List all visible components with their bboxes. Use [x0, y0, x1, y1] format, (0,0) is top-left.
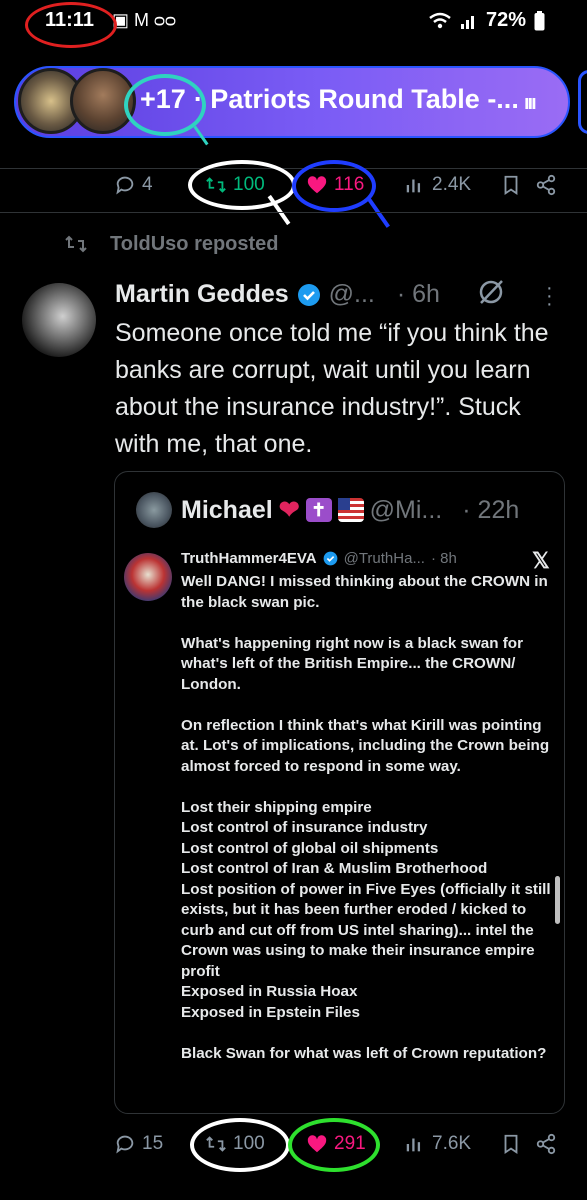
quote-author-handle[interactable]: @Mi...	[370, 496, 443, 525]
views-count: 2.4K	[432, 174, 472, 195]
x-logo-icon: 𝕏	[532, 548, 550, 573]
author-name[interactable]: Martin Geddes	[115, 280, 289, 309]
verified-icon	[297, 283, 320, 306]
reply-count: 4	[142, 174, 153, 195]
audio-bars-icon: ııı	[524, 92, 537, 114]
views-button[interactable]: 2.4K	[404, 174, 471, 196]
author-avatar[interactable]	[22, 283, 96, 357]
author-handle[interactable]: @...	[329, 280, 375, 309]
reply-icon	[116, 1135, 134, 1154]
embedded-time: · 8h	[430, 550, 457, 567]
annotation-green-circle	[288, 1118, 380, 1172]
tweet-header: Martin Geddes @... · 6h	[115, 280, 440, 309]
quote-author-avatar[interactable]	[136, 492, 172, 528]
quote-header: Michael ❤ ✝ @Mi... · 22h	[181, 495, 519, 525]
annotation-blue-circle	[292, 160, 376, 212]
divider	[0, 212, 587, 213]
quote-time: · 22h	[462, 495, 520, 524]
embedded-tweet-body: Well DANG! I missed thinking about the C…	[181, 573, 551, 1062]
embedded-author-name: TruthHammer4EVA	[181, 550, 317, 567]
annotation-red-circle	[25, 2, 117, 48]
annotation-white-circle	[188, 160, 296, 210]
embedded-tweet-header: TruthHammer4EVA @TruthHa... · 8h	[181, 550, 457, 567]
more-icon[interactable]: · · ·	[546, 278, 553, 314]
views-count: 7.6K	[432, 1133, 472, 1154]
quote-author-name[interactable]: Michael	[181, 496, 273, 525]
share-icon	[536, 174, 556, 196]
status-right: 72%	[428, 9, 545, 32]
views-icon	[406, 1138, 421, 1152]
us-flag-icon	[337, 498, 364, 522]
bookmark-icon	[504, 1134, 518, 1154]
divider	[0, 168, 587, 169]
reply-icon	[116, 176, 134, 195]
reply-button[interactable]: 15	[114, 1133, 163, 1155]
tweet-text: Someone once told me “if you think the b…	[115, 319, 549, 458]
next-space-edge[interactable]	[578, 70, 587, 134]
repost-icon	[65, 235, 87, 253]
share-button[interactable]	[535, 174, 557, 196]
battery-percent: 72%	[485, 9, 526, 31]
share-button[interactable]	[535, 1133, 557, 1155]
reply-button[interactable]: 4	[114, 174, 153, 196]
notification-icons: ▣ M ᴑᴑ	[112, 10, 176, 30]
embedded-author-handle: @TruthHa...	[343, 550, 425, 567]
spaces-name: · Patriots Round Table -...	[193, 84, 519, 114]
grok-icon[interactable]	[476, 277, 506, 307]
share-icon	[536, 1133, 556, 1155]
bookmark-icon	[504, 175, 518, 195]
verified-icon	[323, 551, 337, 566]
heart-emoji-icon: ❤	[278, 496, 300, 524]
bookmark-button[interactable]	[500, 174, 522, 196]
annotation-white-circle	[190, 1118, 290, 1172]
scrollbar[interactable]	[555, 876, 560, 924]
repost-header-text: ToldUso reposted	[110, 232, 279, 255]
reply-count: 15	[142, 1133, 164, 1154]
battery-icon	[534, 10, 545, 30]
signal-icon	[460, 15, 474, 29]
views-button[interactable]: 7.6K	[404, 1133, 471, 1155]
tweet-time: · 6h	[396, 280, 440, 308]
views-icon	[406, 179, 421, 193]
repost-header[interactable]: ToldUso reposted	[62, 232, 279, 256]
cross-emoji-icon: ✝	[305, 498, 332, 522]
bookmark-button[interactable]	[500, 1133, 522, 1155]
embedded-author-avatar	[124, 553, 172, 601]
wifi-icon	[429, 12, 451, 28]
